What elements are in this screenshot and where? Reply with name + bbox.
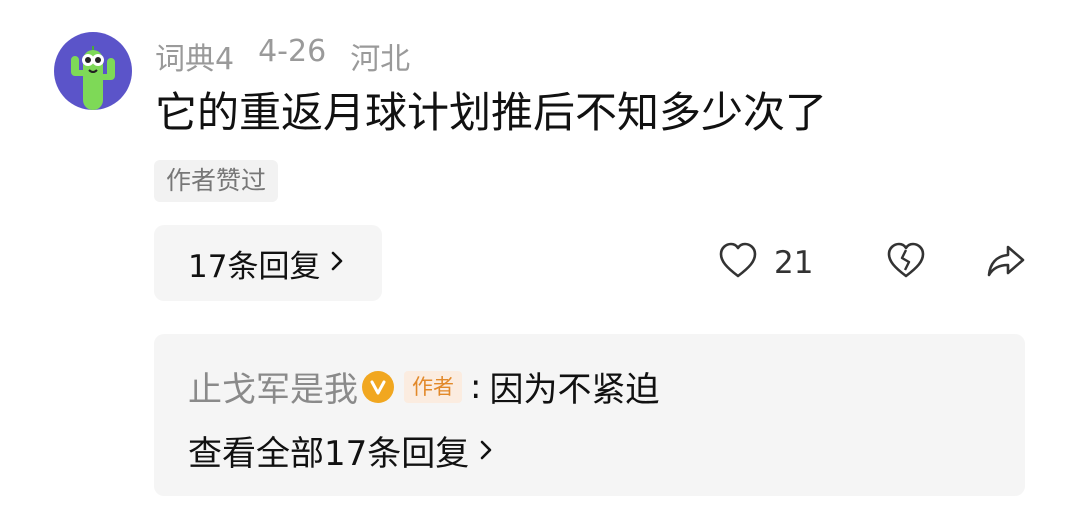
share-button[interactable] [986,243,1026,283]
reply-username[interactable]: 止戈军是我 [188,362,358,411]
comment-location: 河北 [350,42,411,77]
replies-button[interactable]: 17条回复 [154,225,382,301]
reply-preview-line: 止戈军是我 作者 : 因为不紧迫 [188,362,659,411]
chevron-right-icon [479,431,493,471]
cactus-avatar-icon [71,46,115,110]
user-avatar[interactable] [54,32,132,110]
verified-v-icon [362,370,394,403]
like-button[interactable]: 21 [718,242,826,284]
author-tag: 作者 [404,370,462,403]
comment-text: 它的重返月球计划推后不知多少次了 [155,88,828,137]
dislike-button[interactable] [886,242,926,284]
view-all-label: 查看全部17条回复 [188,434,470,474]
comment-meta: 词典4 4-26 河北 [155,34,410,78]
replies-label: 17条回复 [188,248,321,285]
like-count: 21 [774,245,814,281]
share-arrow-icon [986,243,1026,283]
reply-separator: : [470,366,482,407]
comment-username[interactable]: 词典4 [155,34,234,78]
reply-text: 因为不紧迫 [489,370,660,410]
comment-date: 4-26 [258,34,327,69]
view-all-replies-link[interactable]: 查看全部17条回复 [188,426,493,475]
chevron-right-icon [330,245,344,281]
comment-actions: 21 [718,238,1026,288]
reply-preview-box[interactable]: 止戈军是我 作者 : 因为不紧迫 查看全部17条回复 [154,334,1025,496]
author-liked-badge: 作者赞过 [154,160,279,202]
heart-icon [718,242,758,284]
broken-heart-icon [886,242,926,284]
comment-item: 词典4 4-26 河北 它的重返月球计划推后不知多少次了 作者赞过 17条回复 … [0,0,1080,519]
